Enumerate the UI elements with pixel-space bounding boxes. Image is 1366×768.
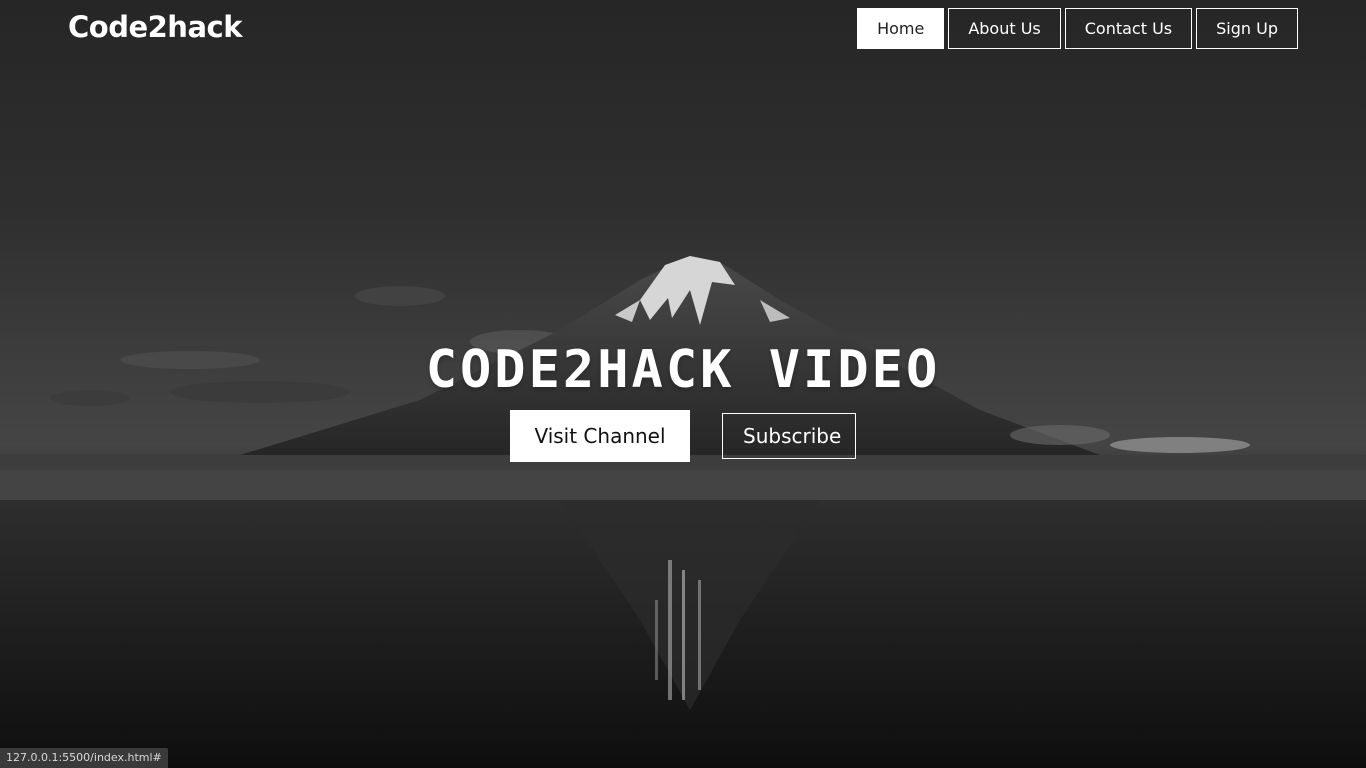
nav-home[interactable]: Home bbox=[857, 8, 945, 49]
main-nav: Home About Us Contact Us Sign Up bbox=[857, 8, 1298, 49]
hero-buttons: Visit Channel Subscribe bbox=[0, 410, 1366, 462]
nav-contact-us[interactable]: Contact Us bbox=[1064, 8, 1193, 49]
hero-section: Code2hack Home About Us Contact Us Sign … bbox=[0, 0, 1366, 768]
nav-sign-up[interactable]: Sign Up bbox=[1196, 8, 1298, 49]
status-bar-url: 127.0.0.1:5500/index.html# bbox=[0, 748, 168, 768]
nav-about-us[interactable]: About Us bbox=[948, 8, 1061, 49]
site-logo[interactable]: Code2hack bbox=[68, 10, 243, 44]
visit-channel-button[interactable]: Visit Channel bbox=[510, 410, 690, 462]
hero-title: CODE2HACK VIDEO bbox=[425, 340, 941, 400]
subscribe-button[interactable]: Subscribe bbox=[722, 413, 856, 459]
